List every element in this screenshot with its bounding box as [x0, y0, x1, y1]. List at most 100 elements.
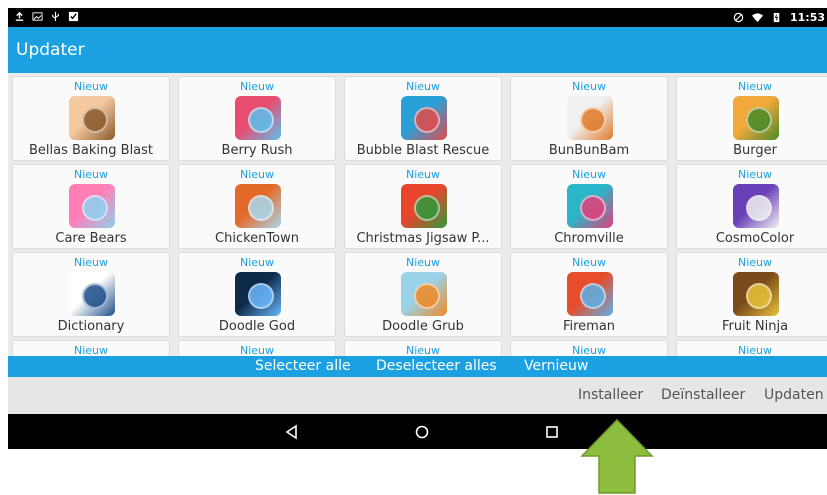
select-all-button[interactable]: Selecteer alle — [255, 358, 351, 374]
app-icon-figure — [414, 107, 440, 133]
app-tile[interactable]: Nieuw Burger — [676, 76, 827, 161]
app-tile[interactable]: Nieuw Dictionary — [12, 252, 170, 337]
app-name: Burger — [733, 143, 777, 158]
app-icon — [235, 184, 281, 228]
app-tile[interactable]: Nieuw Bellas Baking Blast — [12, 76, 170, 161]
new-badge: Nieuw — [239, 344, 275, 356]
app-icon-figure — [746, 107, 772, 133]
app-tile[interactable]: Nieuw Berry Rush — [178, 76, 336, 161]
app-tile[interactable]: Nieuw — [12, 340, 170, 356]
app-tile[interactable]: Nieuw — [344, 340, 502, 356]
app-icon-figure — [580, 195, 606, 221]
update-button[interactable]: Updaten — [764, 387, 824, 403]
app-tile[interactable]: Nieuw Fireman — [510, 252, 668, 337]
app-tile[interactable]: Nieuw Care Bears — [12, 164, 170, 249]
new-badge: Nieuw — [405, 344, 441, 356]
app-icon-figure — [82, 195, 108, 221]
app-icon-figure — [248, 283, 274, 309]
app-icon — [733, 184, 779, 228]
recents-icon[interactable] — [542, 422, 562, 442]
do-not-disturb-icon — [733, 12, 744, 23]
app-tile[interactable]: Nieuw Chromville — [510, 164, 668, 249]
app-icon — [567, 272, 613, 316]
new-badge: Nieuw — [737, 168, 773, 181]
deselect-all-button[interactable]: Deselecteer alles — [376, 358, 497, 374]
app-tile[interactable]: Nieuw Doodle Grub — [344, 252, 502, 337]
new-badge: Nieuw — [73, 80, 109, 93]
new-badge: Nieuw — [405, 256, 441, 269]
app-icon-figure — [414, 195, 440, 221]
app-tile[interactable]: Nieuw — [676, 340, 827, 356]
app-title: Updater — [16, 40, 85, 60]
app-icon-figure — [248, 107, 274, 133]
download-icon — [15, 11, 24, 21]
app-tile[interactable]: Nieuw BunBunBam — [510, 76, 668, 161]
app-icon — [567, 96, 613, 140]
app-name: Doodle Grub — [382, 319, 464, 334]
selection-bar: Selecteer alle Deselecteer alles Vernieu… — [8, 356, 827, 377]
app-icon-figure — [248, 195, 274, 221]
up-arrow-icon — [580, 418, 654, 494]
new-badge: Nieuw — [405, 80, 441, 93]
new-badge: Nieuw — [571, 256, 607, 269]
app-tile[interactable]: Nieuw Bubble Blast Rescue — [344, 76, 502, 161]
app-icon — [69, 96, 115, 140]
app-icon-figure — [82, 107, 108, 133]
app-grid: Nieuw Bellas Baking Blast Nieuw Berry Rush N… — [8, 73, 827, 356]
app-tile[interactable]: Nieuw Doodle God — [178, 252, 336, 337]
app-tile[interactable]: Nieuw ChickenTown — [178, 164, 336, 249]
app-bar: Updater — [8, 27, 827, 73]
app-tile[interactable]: Nieuw Fruit Ninja — [676, 252, 827, 337]
image-icon — [32, 12, 43, 21]
app-window: 11:53 Updater Nieuw Bellas Baking Blast Ni… — [8, 8, 827, 449]
app-name: Christmas Jigsaw P... — [356, 231, 490, 246]
app-icon — [733, 272, 779, 316]
app-tile[interactable]: Nieuw — [178, 340, 336, 356]
app-name: CosmoColor — [715, 231, 795, 246]
new-badge: Nieuw — [73, 256, 109, 269]
app-name: Berry Rush — [221, 143, 293, 158]
app-icon — [69, 272, 115, 316]
app-icon — [567, 184, 613, 228]
app-name: Bubble Blast Rescue — [356, 143, 490, 158]
clock: 11:53 — [789, 11, 825, 24]
install-button[interactable]: Installeer — [578, 387, 643, 403]
app-name: ChickenTown — [215, 231, 299, 246]
app-name: Fireman — [562, 319, 616, 334]
app-tile[interactable]: Nieuw Christmas Jigsaw P... — [344, 164, 502, 249]
new-badge: Nieuw — [571, 80, 607, 93]
app-icon — [401, 96, 447, 140]
navigation-bar — [8, 414, 827, 449]
new-badge: Nieuw — [737, 344, 773, 356]
app-icon — [235, 272, 281, 316]
new-badge: Nieuw — [737, 80, 773, 93]
checkbox-icon — [68, 11, 79, 22]
wifi-icon — [751, 13, 763, 23]
app-icon — [401, 272, 447, 316]
new-badge: Nieuw — [73, 344, 109, 356]
app-icon-figure — [580, 283, 606, 309]
app-icon — [401, 184, 447, 228]
app-name: BunBunBam — [548, 143, 630, 158]
app-icon — [733, 96, 779, 140]
app-icon-figure — [414, 283, 440, 309]
new-badge: Nieuw — [239, 168, 275, 181]
app-tile[interactable]: Nieuw — [510, 340, 668, 356]
new-badge: Nieuw — [571, 344, 607, 356]
new-badge: Nieuw — [239, 256, 275, 269]
app-icon — [235, 96, 281, 140]
app-tile[interactable]: Nieuw CosmoColor — [676, 164, 827, 249]
back-icon[interactable] — [282, 422, 302, 442]
new-badge: Nieuw — [239, 80, 275, 93]
app-icon-figure — [746, 195, 772, 221]
app-icon-figure — [580, 107, 606, 133]
app-icon-figure — [82, 283, 108, 309]
uninstall-button[interactable]: Deïnstalleer — [661, 387, 745, 403]
new-badge: Nieuw — [571, 168, 607, 181]
home-icon[interactable] — [412, 422, 432, 442]
app-name: Dictionary — [57, 319, 125, 334]
app-name: Fruit Ninja — [721, 319, 789, 334]
refresh-button[interactable]: Vernieuw — [524, 358, 588, 374]
app-name: Chromville — [554, 231, 624, 246]
new-badge: Nieuw — [405, 168, 441, 181]
